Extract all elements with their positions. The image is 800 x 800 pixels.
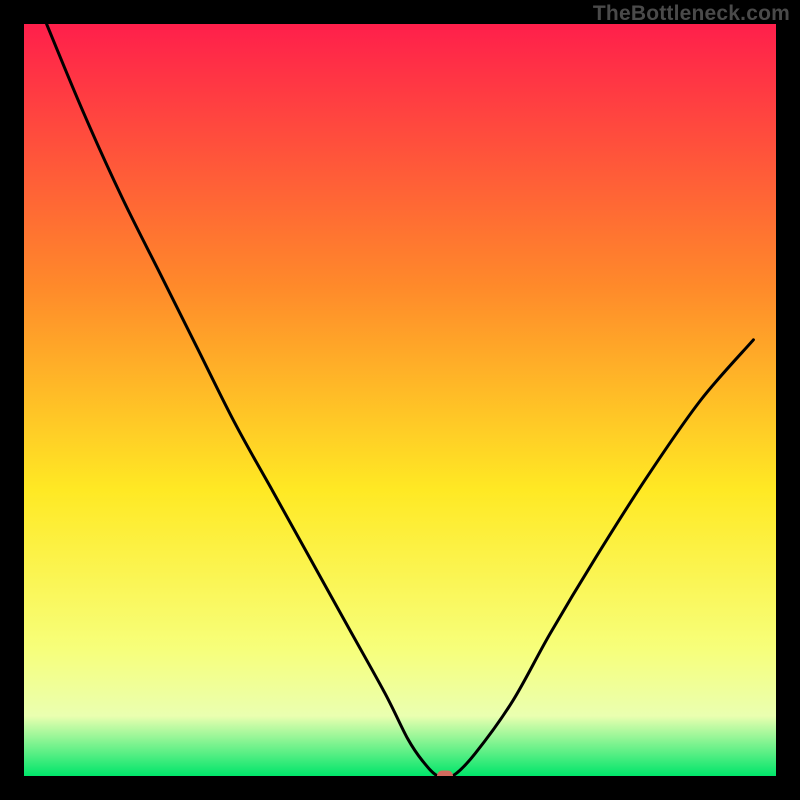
chart-frame: TheBottleneck.com [0,0,800,800]
optimal-point-marker [437,771,453,777]
watermark-text: TheBottleneck.com [593,2,790,26]
bottleneck-curve [24,24,776,776]
plot-area [24,24,776,776]
